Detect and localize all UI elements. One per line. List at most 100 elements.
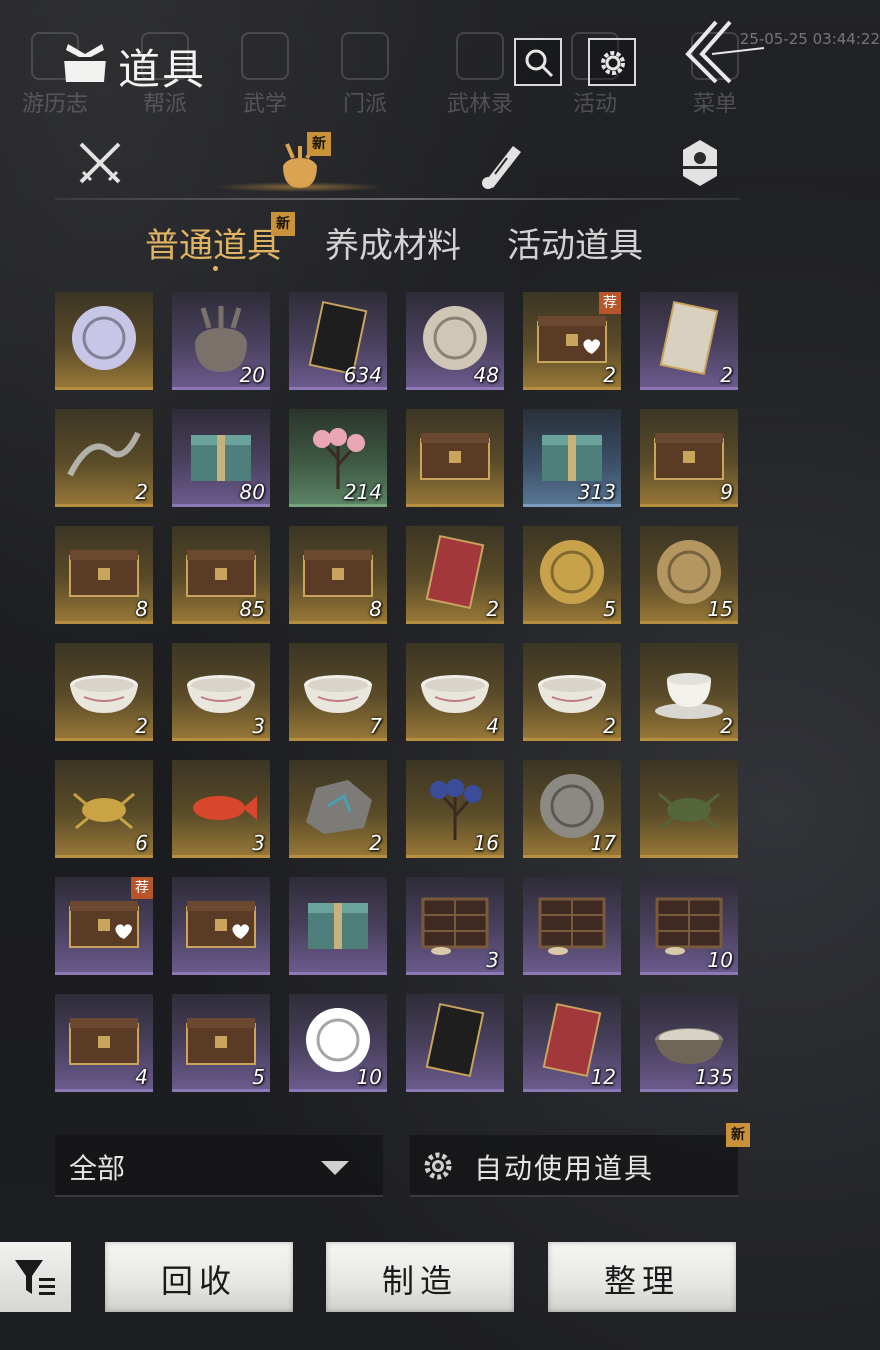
inventory-screen: 游历志 帮派 武学 门派 武林录 活动 菜单 25-05-25 03:44:22… xyxy=(0,0,880,1350)
bg-nav-label: 门派 xyxy=(342,92,387,117)
inventory-slot[interactable]: 20 xyxy=(172,292,270,390)
filter-sort-button[interactable] xyxy=(0,1242,71,1312)
inventory-slot[interactable]: 4 xyxy=(55,994,153,1092)
settings-button[interactable] xyxy=(588,38,636,86)
gear-icon xyxy=(424,1152,452,1180)
inventory-slot[interactable]: 17 xyxy=(523,760,621,858)
inventory-slot[interactable]: 15 xyxy=(640,526,738,624)
subtab-normal-items[interactable]: 普通道具 xyxy=(145,218,281,267)
lotus-bowl-icon xyxy=(187,675,255,713)
wrapped-gift-icon xyxy=(308,903,368,949)
sort-button[interactable]: 整理 xyxy=(548,1242,736,1312)
item-count: 2 xyxy=(135,714,148,738)
craft-button[interactable]: 制造 xyxy=(326,1242,514,1312)
inventory-slot[interactable]: 4 xyxy=(406,643,504,741)
token-icon xyxy=(683,140,717,186)
search-icon xyxy=(525,49,554,78)
bg-nav-label: 游历志 xyxy=(21,92,88,117)
item-count: 12 xyxy=(590,1065,616,1089)
filter-value: 全部 xyxy=(69,1152,126,1185)
inventory-slot[interactable]: 2 xyxy=(289,760,387,858)
inventory-slot[interactable]: 2 xyxy=(640,643,738,741)
sect-icon xyxy=(341,32,389,80)
category-divider xyxy=(55,198,740,200)
pink-bowl-icon xyxy=(70,675,138,713)
auto-use-label: 自动使用道具 xyxy=(474,1152,655,1185)
search-button[interactable] xyxy=(514,38,562,86)
tab-items[interactable]: 新 xyxy=(215,130,385,196)
inventory-slot[interactable]: 2 xyxy=(640,292,738,390)
inventory-slot[interactable]: 9 xyxy=(640,409,738,507)
back-arrow-icon[interactable] xyxy=(676,18,766,88)
black-token-icon xyxy=(425,1002,485,1078)
inventory-slot[interactable]: 10 xyxy=(289,994,387,1092)
inventory-slot[interactable] xyxy=(406,409,504,507)
chevron-down-icon xyxy=(321,1161,349,1175)
inventory-slot[interactable]: 3 xyxy=(406,877,504,975)
small-chest-icon xyxy=(69,1018,139,1065)
item-count: 8 xyxy=(135,597,148,621)
sort-label: 整理 xyxy=(603,1262,680,1300)
tab-scrolls[interactable] xyxy=(455,130,545,196)
inventory-slot[interactable]: 12 xyxy=(523,994,621,1092)
inventory-slot[interactable]: 135 xyxy=(640,994,738,1092)
inventory-slot[interactable]: 荐 xyxy=(55,877,153,975)
inventory-slot[interactable]: 2 xyxy=(55,409,153,507)
tab-weapons[interactable] xyxy=(55,130,145,196)
filter-icon xyxy=(15,1260,55,1295)
inventory-slot[interactable]: 3 xyxy=(172,760,270,858)
item-count: 135 xyxy=(694,1065,733,1089)
recommend-badge: 荐 xyxy=(599,292,621,314)
floral-bowl-icon xyxy=(304,675,372,713)
inventory-slot[interactable]: 2荐 xyxy=(523,292,621,390)
inventory-slot[interactable]: 7 xyxy=(289,643,387,741)
inventory-slot[interactable]: 5 xyxy=(172,994,270,1092)
recycle-button[interactable]: 回收 xyxy=(105,1242,293,1312)
red-fish-icon xyxy=(193,796,257,820)
inventory-slot[interactable]: 10 xyxy=(640,877,738,975)
subtab-materials[interactable]: 养成材料 xyxy=(325,218,461,267)
tab-tokens[interactable] xyxy=(655,130,745,196)
inventory-slot[interactable]: 80 xyxy=(172,409,270,507)
new-badge: 新 xyxy=(726,1123,750,1147)
inventory-slot[interactable]: 48 xyxy=(406,292,504,390)
inventory-slot[interactable] xyxy=(172,877,270,975)
item-count: 6 xyxy=(135,831,148,855)
inventory-slot[interactable]: 2 xyxy=(406,526,504,624)
inventory-slot[interactable]: 6 xyxy=(55,760,153,858)
inventory-slot[interactable]: 2 xyxy=(523,643,621,741)
subtab-event-items[interactable]: 活动道具 xyxy=(507,218,643,267)
item-count: 2 xyxy=(135,480,148,504)
shelf-cabinet-icon xyxy=(421,897,489,955)
inventory-slot[interactable] xyxy=(406,994,504,1092)
item-count: 16 xyxy=(473,831,499,855)
inventory-slot[interactable]: 3 xyxy=(172,643,270,741)
inventory-slot[interactable] xyxy=(640,760,738,858)
inventory-slot[interactable]: 8 xyxy=(289,526,387,624)
item-count: 2 xyxy=(720,714,733,738)
inventory-slot[interactable] xyxy=(523,877,621,975)
martial-icon xyxy=(241,32,289,80)
filter-dropdown[interactable]: 全部 xyxy=(55,1135,383,1197)
bg-nav-item: 武学 xyxy=(210,30,320,120)
inventory-slot[interactable]: 8 xyxy=(55,526,153,624)
inventory-slot[interactable]: 16 xyxy=(406,760,504,858)
inventory-slot[interactable]: 313 xyxy=(523,409,621,507)
page-title: 道具 xyxy=(118,45,207,94)
gold-bell-icon xyxy=(540,540,604,604)
auto-use-button[interactable]: 自动使用道具 新 xyxy=(410,1123,750,1197)
inventory-grid: 20 634 48 2 荐 2 2 80 214 313 9 8 85 8 2 5 15 2 3 7 4 2 2 6 3 2 16 1… xyxy=(55,292,745,1102)
inventory-slot[interactable]: 2 xyxy=(55,643,153,741)
inventory-slot[interactable]: 214 xyxy=(289,409,387,507)
inventory-slot[interactable] xyxy=(55,292,153,390)
inventory-slot[interactable]: 634 xyxy=(289,292,387,390)
inventory-slot[interactable]: 5 xyxy=(523,526,621,624)
item-count: 214 xyxy=(343,480,382,504)
bg-nav-label: 武林录 xyxy=(446,92,513,117)
chest-jade-icon xyxy=(69,550,139,597)
inventory-slot[interactable] xyxy=(289,877,387,975)
item-count: 80 xyxy=(239,480,265,504)
item-count: 4 xyxy=(486,714,499,738)
bg-nav-label: 活动 xyxy=(572,92,617,117)
inventory-slot[interactable]: 85 xyxy=(172,526,270,624)
